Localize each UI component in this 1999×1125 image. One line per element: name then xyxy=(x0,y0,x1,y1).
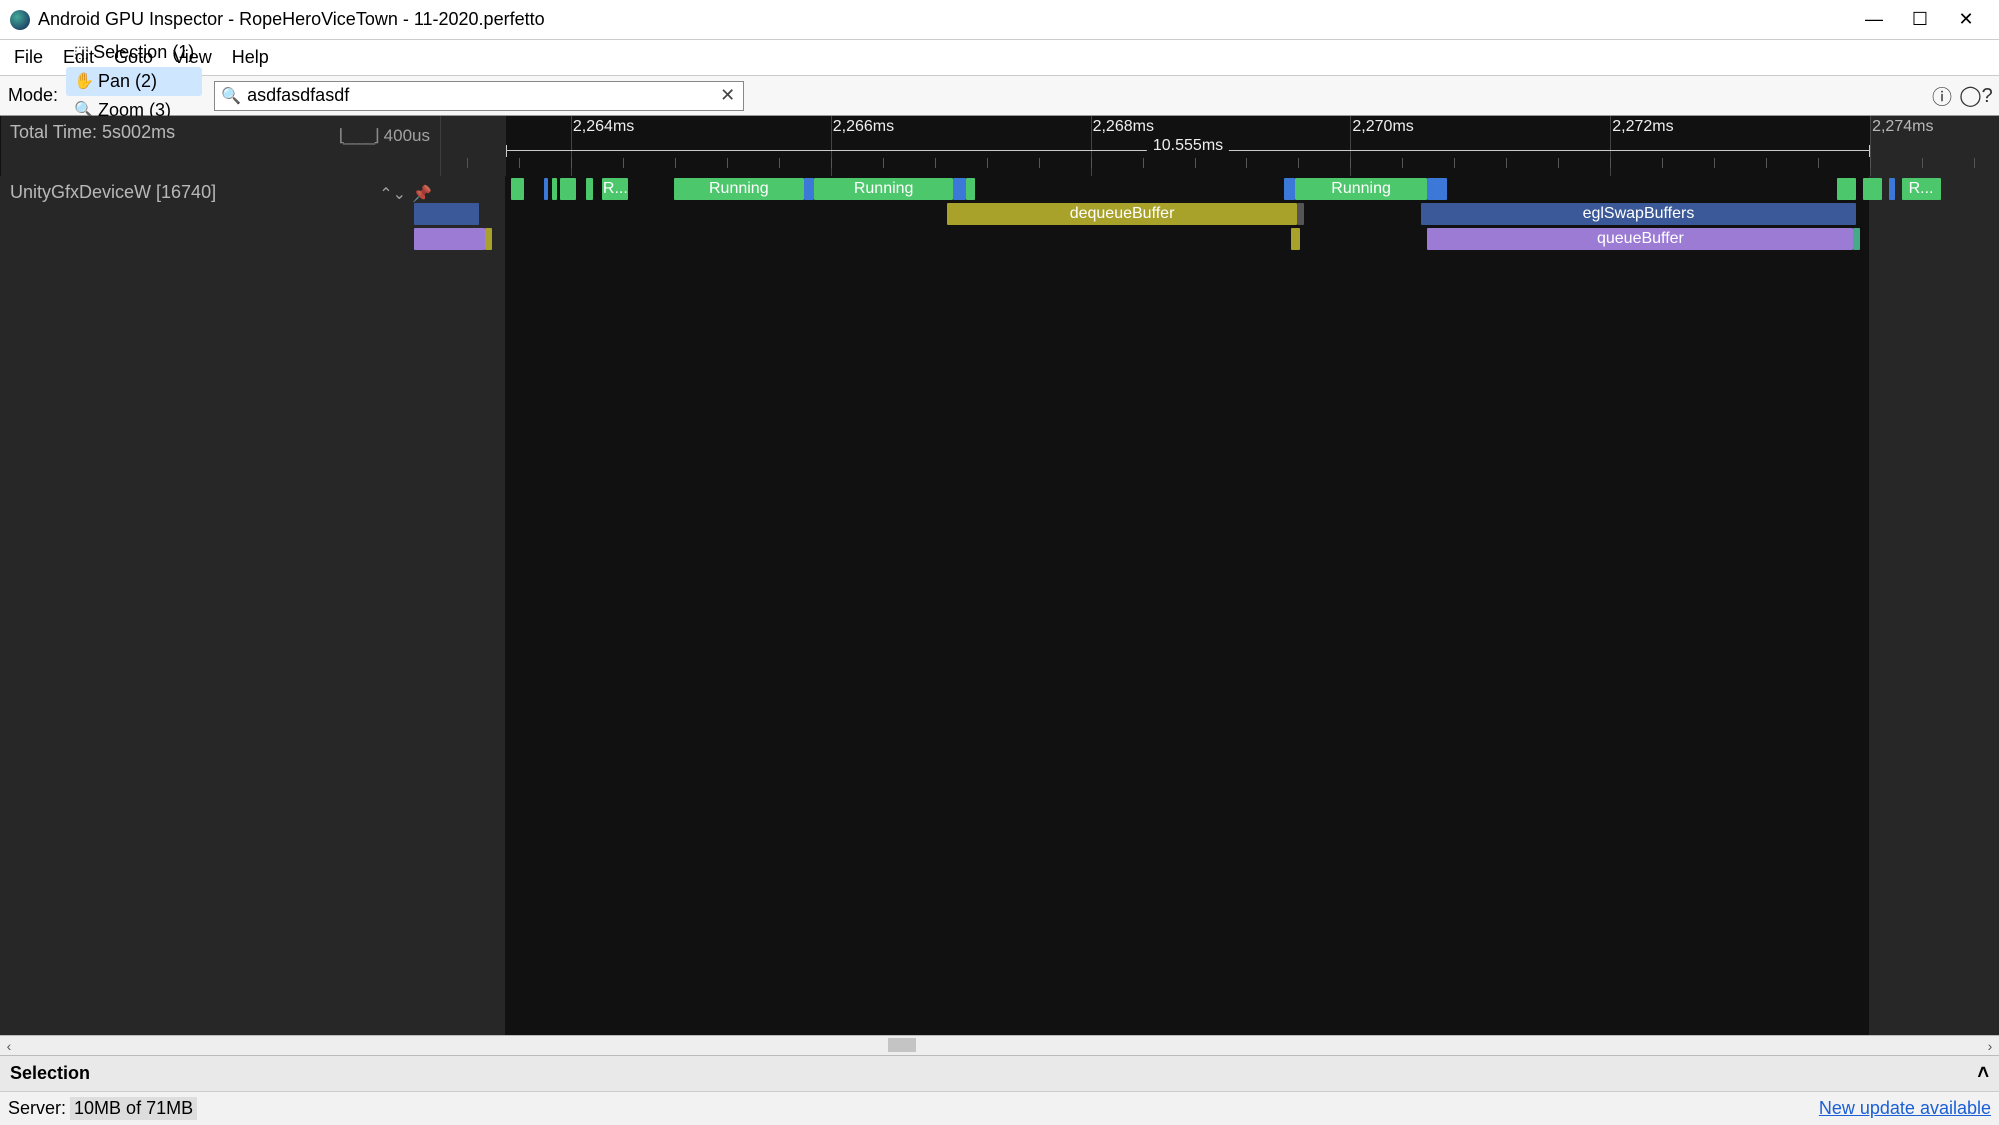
timeline-segment[interactable] xyxy=(1853,228,1859,250)
timeline-ruler[interactable]: 2,264ms2,266ms2,268ms2,270ms2,272ms2,274… xyxy=(440,116,1999,176)
clear-search-icon[interactable]: ✕ xyxy=(712,85,743,106)
help-icon[interactable]: ◯? xyxy=(1961,81,1991,111)
app-icon xyxy=(10,10,30,30)
server-label: Server: xyxy=(8,1098,66,1119)
timeline-segment[interactable] xyxy=(1427,178,1446,200)
toolbar: Mode: ⬚Selection (1)✋Pan (2)🔍Zoom (3)⟷Ti… xyxy=(0,76,1999,116)
selection-panel: Selection ˄ xyxy=(0,1055,1999,1091)
timeline-area[interactable]: Total Time: 5s002ms ⌊____⌋ 400us 2,264ms… xyxy=(0,116,1999,1035)
maximize-button[interactable]: ☐ xyxy=(1897,5,1943,35)
timeline-body: UnityGfxDeviceW [16740] ⌃⌄ 📌 R...Running… xyxy=(0,176,1999,1035)
timeline-segment[interactable] xyxy=(1837,178,1856,200)
statusbar: Server: 10MB of 71MB New update availabl… xyxy=(0,1091,1999,1125)
mode-selection[interactable]: ⬚Selection (1) xyxy=(66,38,202,67)
timeline-segment[interactable] xyxy=(1297,203,1303,225)
timeline-segment[interactable] xyxy=(1889,178,1895,200)
minimize-button[interactable]: — xyxy=(1851,5,1897,35)
info-icon[interactable]: ⓘ xyxy=(1927,81,1957,111)
mode-pan[interactable]: ✋Pan (2) xyxy=(66,67,202,96)
timeline-segment[interactable] xyxy=(485,228,491,250)
timeline-segment[interactable] xyxy=(1291,228,1300,250)
mode-icon: ✋ xyxy=(74,71,94,91)
timeline-segment[interactable] xyxy=(544,178,548,200)
timeline-segment[interactable]: dequeueBuffer xyxy=(947,203,1298,225)
timeline-segment[interactable] xyxy=(560,178,577,200)
track-row: R... Running Running Running R... xyxy=(440,178,1999,202)
menu-help[interactable]: Help xyxy=(222,43,279,72)
timeline-segment[interactable] xyxy=(511,178,524,200)
timeline-segment[interactable] xyxy=(966,178,975,200)
scroll-thumb[interactable] xyxy=(888,1038,916,1052)
close-button[interactable]: ✕ xyxy=(1943,5,1989,35)
timeline-segment[interactable] xyxy=(804,178,814,200)
scroll-right-icon[interactable]: › xyxy=(1981,1036,1999,1056)
timeline-segment[interactable]: Running xyxy=(814,178,953,200)
search-input[interactable] xyxy=(247,82,712,110)
horizontal-scrollbar[interactable]: ‹ › xyxy=(0,1035,1999,1055)
timeline-segment[interactable] xyxy=(953,178,966,200)
timeline-header: Total Time: 5s002ms ⌊____⌋ 400us 2,264ms… xyxy=(0,116,1999,176)
timeline-segment[interactable] xyxy=(414,228,485,250)
search-icon: 🔍 xyxy=(215,86,247,106)
timeline-segment[interactable] xyxy=(586,178,594,200)
server-memory: 10MB of 71MB xyxy=(70,1097,197,1120)
track-row: queueBuffer xyxy=(440,228,1999,252)
mode-label: Mode: xyxy=(8,85,58,106)
track-row: dequeueBuffer eglSwapBuffers xyxy=(440,203,1999,227)
update-link[interactable]: New update available xyxy=(1819,1098,1991,1119)
tracks-area[interactable]: R... Running Running Running R... dequeueBuff… xyxy=(440,176,1999,1035)
mode-icon: ⬚ xyxy=(74,42,89,62)
timeline-segment[interactable]: eglSwapBuffers xyxy=(1421,203,1856,225)
search-box: 🔍 ✕ xyxy=(214,81,744,111)
menu-file[interactable]: File xyxy=(4,43,53,72)
window-title: Android GPU Inspector - RopeHeroViceTown… xyxy=(38,9,1851,30)
timeline-segment[interactable]: R... xyxy=(1902,178,1941,200)
timeline-segment[interactable] xyxy=(1284,178,1294,200)
timeline-segment[interactable]: R... xyxy=(602,178,628,200)
titlebar: Android GPU Inspector - RopeHeroViceTown… xyxy=(0,0,1999,40)
chevron-up-icon[interactable]: ˄ xyxy=(1977,1062,1989,1085)
timeline-segment[interactable]: queueBuffer xyxy=(1427,228,1853,250)
timeline-segment[interactable]: Running xyxy=(1295,178,1428,200)
menubar: FileEditGotoViewHelp xyxy=(0,40,1999,76)
timeline-segment[interactable] xyxy=(414,203,479,225)
visible-span-bracket: 10.555ms xyxy=(506,150,1870,166)
timeline-segment[interactable] xyxy=(1863,178,1882,200)
timeline-segment[interactable] xyxy=(552,178,557,200)
scroll-left-icon[interactable]: ‹ xyxy=(0,1036,18,1056)
selection-panel-label: Selection xyxy=(10,1063,90,1084)
timeline-segment[interactable]: Running xyxy=(674,178,804,200)
